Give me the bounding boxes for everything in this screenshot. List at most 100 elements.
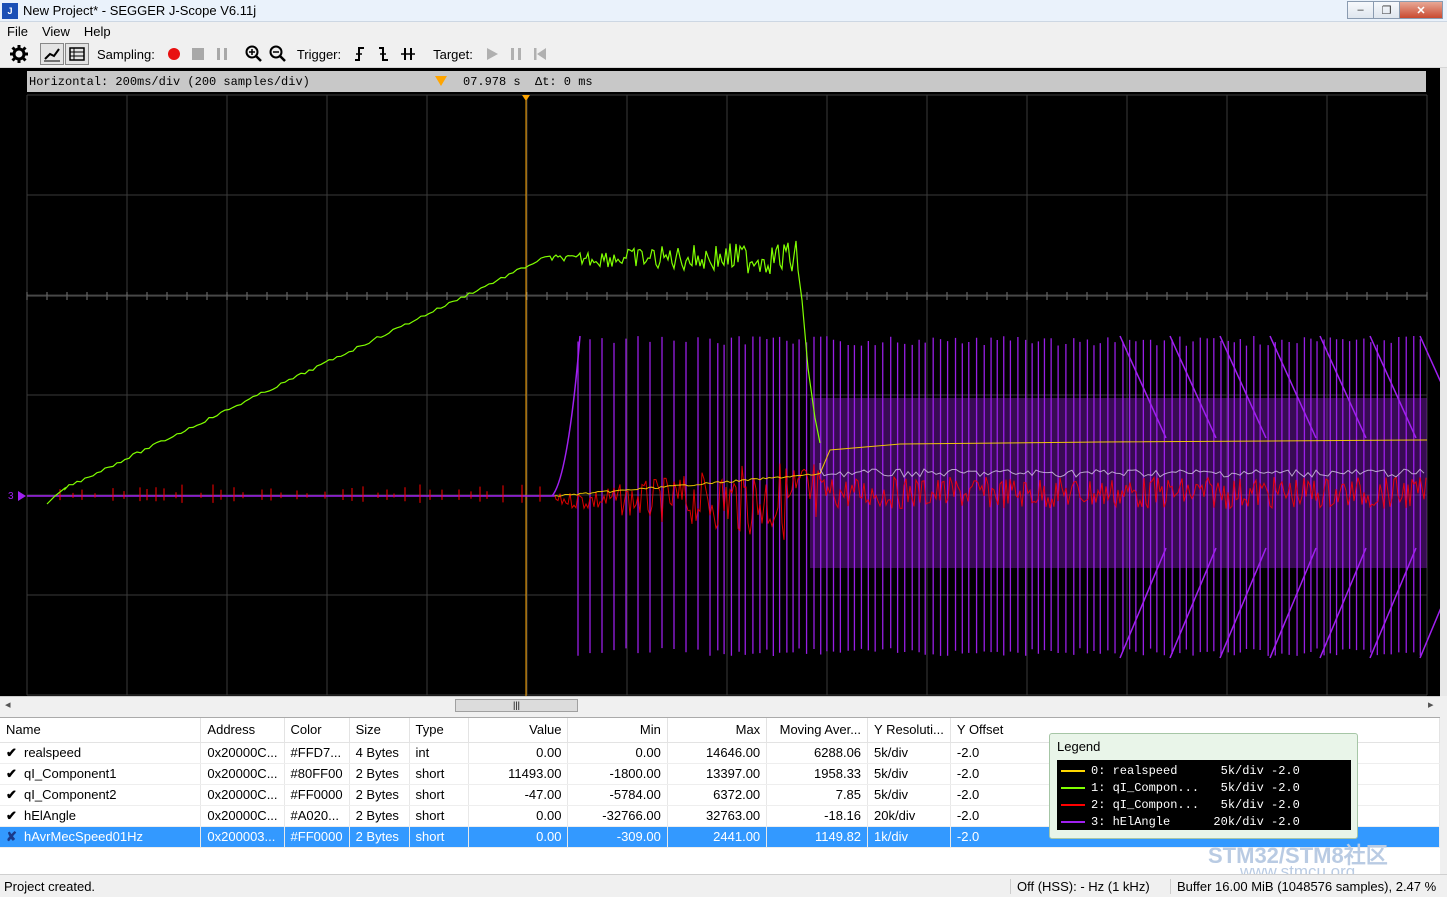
var-value: 11493.00 — [468, 763, 569, 785]
var-size: 2 Bytes — [349, 763, 410, 785]
col-type[interactable]: Type — [409, 718, 470, 743]
gear-icon[interactable] — [8, 43, 30, 65]
trigger-cursor-head — [522, 95, 530, 101]
var-color[interactable]: #80FF00 — [284, 763, 350, 785]
col-y-resolution[interactable]: Y Resoluti... — [867, 718, 951, 743]
waveform-canvas[interactable]: 3 — [0, 68, 1440, 696]
close-button[interactable]: ✕ — [1399, 1, 1443, 19]
stop-icon[interactable] — [187, 43, 209, 65]
visible-checkbox[interactable]: ✔ — [6, 766, 20, 782]
target-pause-icon[interactable] — [505, 43, 527, 65]
var-y-resolution[interactable]: 20k/div — [867, 805, 951, 827]
menu-file[interactable]: File — [0, 24, 35, 39]
var-address: 0x200003... — [200, 826, 285, 848]
var-color[interactable]: #A020... — [284, 805, 350, 827]
status-bar: Project created. Off (HSS): - Hz (1 kHz)… — [0, 874, 1447, 897]
status-message: Project created. — [4, 879, 96, 894]
trigger-both-icon[interactable] — [397, 43, 419, 65]
var-color[interactable]: #FFD7... — [284, 742, 350, 764]
var-moving-average: 7.85 — [766, 784, 869, 806]
col-size[interactable]: Size — [349, 718, 410, 743]
menu-bar: File View Help — [0, 22, 1447, 41]
legend-swatch — [1061, 821, 1085, 823]
legend-panel[interactable]: Legend 0: realspeed 5k/div -2.0 1: qI_Co… — [1049, 733, 1358, 839]
legend-swatch — [1061, 787, 1085, 789]
scope-plot[interactable]: Horizontal: 200ms/div (200 samples/div) … — [0, 68, 1440, 696]
var-max: 6372.00 — [667, 784, 768, 806]
visible-checkbox[interactable]: ✔ — [6, 808, 20, 824]
title-bar: J New Project* - SEGGER J-Scope V6.11j –… — [0, 0, 1447, 22]
var-name: qI_Component1 — [24, 765, 117, 781]
var-name: qI_Component2 — [24, 786, 117, 802]
red-spikes-pre — [59, 484, 541, 503]
col-value[interactable]: Value — [468, 718, 569, 743]
record-icon[interactable] — [163, 43, 185, 65]
table-view-icon[interactable] — [65, 43, 89, 65]
var-y-resolution[interactable]: 5k/div — [867, 742, 951, 764]
var-moving-average: 6288.06 — [766, 742, 869, 764]
scroll-thumb[interactable]: ||| — [455, 699, 578, 712]
maximize-button[interactable]: ❐ — [1373, 1, 1400, 19]
var-y-resolution[interactable]: 1k/div — [867, 826, 951, 848]
legend-text: 3: hElAngle 20k/div -2.0 — [1091, 815, 1300, 829]
var-max: 14646.00 — [667, 742, 768, 764]
visible-checkbox[interactable]: ✔ — [6, 787, 20, 803]
zoom-out-icon[interactable] — [267, 43, 289, 65]
status-buffer: Buffer 16.00 MiB (1048576 samples), 2.47… — [1170, 879, 1436, 894]
var-min: 0.00 — [567, 742, 668, 764]
col-name[interactable]: Name — [0, 718, 202, 743]
var-value: 0.00 — [468, 826, 569, 848]
scroll-left-icon[interactable]: ◂ — [5, 698, 11, 711]
target-play-icon[interactable] — [481, 43, 503, 65]
var-address: 0x20000C... — [200, 763, 285, 785]
var-max: 32763.00 — [667, 805, 768, 827]
var-min: -1800.00 — [567, 763, 668, 785]
col-moving-average[interactable]: Moving Aver... — [766, 718, 869, 743]
toolbar: Sampling: Trigger: Target: — [0, 41, 1447, 68]
var-type: short — [409, 826, 470, 848]
var-size: 2 Bytes — [349, 805, 410, 827]
graph-view-icon[interactable] — [40, 43, 64, 65]
var-name: hAvrMecSpeed01Hz — [24, 828, 143, 844]
var-y-resolution[interactable]: 5k/div — [867, 784, 951, 806]
target-label: Target: — [433, 46, 473, 62]
col-address[interactable]: Address — [200, 718, 285, 743]
var-size: 2 Bytes — [349, 784, 410, 806]
col-color[interactable]: Color — [284, 718, 350, 743]
channel-marker: 3 — [8, 491, 14, 502]
var-min: -5784.00 — [567, 784, 668, 806]
purple-rise — [551, 335, 581, 497]
visible-checkbox[interactable]: ✘ — [6, 829, 20, 845]
var-type: short — [409, 805, 470, 827]
var-max: 13397.00 — [667, 763, 768, 785]
var-type: short — [409, 763, 470, 785]
pause-icon[interactable] — [211, 43, 233, 65]
col-min[interactable]: Min — [567, 718, 668, 743]
target-reset-icon[interactable] — [529, 43, 551, 65]
legend-item: 0: realspeed 5k/div -2.0 — [1057, 763, 1351, 779]
menu-view[interactable]: View — [35, 24, 77, 39]
scroll-right-icon[interactable]: ▸ — [1428, 698, 1434, 711]
var-y-resolution[interactable]: 5k/div — [867, 763, 951, 785]
var-value: 0.00 — [468, 742, 569, 764]
legend-swatch — [1061, 804, 1085, 806]
minimize-button[interactable]: – — [1347, 1, 1374, 19]
zoom-in-icon[interactable] — [243, 43, 265, 65]
var-value: 0.00 — [468, 805, 569, 827]
var-color[interactable]: #FF0000 — [284, 826, 350, 848]
vertical-scrollbar[interactable] — [1440, 68, 1447, 696]
window-title: New Project* - SEGGER J-Scope V6.11j — [23, 3, 257, 18]
trigger-rising-icon[interactable] — [349, 43, 371, 65]
var-address: 0x20000C... — [200, 742, 285, 764]
menu-help[interactable]: Help — [77, 24, 118, 39]
visible-checkbox[interactable]: ✔ — [6, 745, 20, 761]
sampling-label: Sampling: — [97, 46, 155, 62]
green-trace — [46, 240, 821, 505]
horizontal-scrollbar[interactable]: ◂ ||| ▸ — [0, 696, 1440, 714]
var-color[interactable]: #FF0000 — [284, 784, 350, 806]
legend-item: 1: qI_Compon... 5k/div -2.0 — [1057, 780, 1351, 796]
col-max[interactable]: Max — [667, 718, 768, 743]
status-clock: Off (HSS): - Hz (1 kHz) — [1010, 879, 1150, 894]
trigger-falling-icon[interactable] — [373, 43, 395, 65]
var-name: realspeed — [24, 744, 82, 760]
